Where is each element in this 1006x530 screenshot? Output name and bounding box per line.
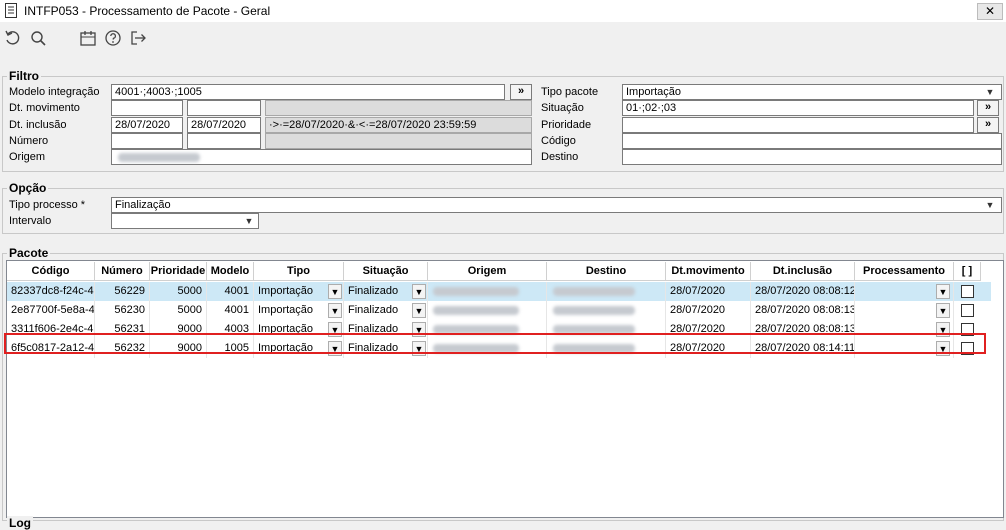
- pacote-legend: Pacote: [7, 246, 51, 260]
- help-icon[interactable]: [103, 28, 123, 48]
- intervalo-select[interactable]: [111, 213, 259, 229]
- column-header[interactable]: [ ]: [954, 262, 981, 281]
- pacote-grid[interactable]: Código Número Prioridade Modelo Tipo Sit…: [6, 260, 1004, 518]
- filtro-legend: Filtro: [7, 69, 41, 83]
- dt-inclusao-from[interactable]: 28/07/2020: [111, 117, 183, 133]
- codigo-input[interactable]: [622, 133, 1002, 149]
- column-header[interactable]: Modelo: [207, 262, 254, 281]
- modelo-input[interactable]: 4001·;4003·;1005: [111, 84, 505, 100]
- numero-expr: [265, 133, 532, 149]
- prioridade-cell: 5000: [150, 282, 207, 301]
- dt-movimento-from[interactable]: [111, 100, 183, 116]
- dt-movimento-to[interactable]: [187, 100, 261, 116]
- tipo-processo-label: Tipo processo *: [9, 199, 86, 211]
- column-header[interactable]: Origem: [428, 262, 547, 281]
- dt-inclusao-label: Dt. inclusão: [9, 119, 67, 131]
- codigo-label: Código: [541, 135, 576, 147]
- row-checkbox[interactable]: [961, 304, 974, 317]
- tipo-processo-select[interactable]: Finalização: [111, 197, 1002, 213]
- numero-to[interactable]: [187, 133, 261, 149]
- situacao-more-button[interactable]: »: [977, 100, 999, 116]
- redacted-text: [553, 306, 635, 315]
- column-header[interactable]: Código: [7, 262, 95, 281]
- prioridade-cell: 5000: [150, 301, 207, 320]
- row-highlight: [4, 333, 986, 354]
- modelo-cell: 4001: [207, 282, 254, 301]
- column-header[interactable]: Número: [95, 262, 150, 281]
- column-header[interactable]: Destino: [547, 262, 666, 281]
- codigo-cell: 82337dc8-f24c-4: [7, 282, 95, 301]
- search-icon[interactable]: [28, 28, 48, 48]
- table-row[interactable]: 2e87700f-5e8a-4 56230 5000 4001 Importaç…: [7, 301, 991, 320]
- chevron-down-icon[interactable]: ▼: [412, 284, 426, 299]
- modelo-more-button[interactable]: »: [510, 84, 532, 100]
- tipo-pacote-label: Tipo pacote: [541, 86, 599, 98]
- column-header[interactable]: Prioridade: [150, 262, 207, 281]
- dt-inclusao-cell: 28/07/2020 08:08:12: [751, 282, 855, 301]
- close-button[interactable]: ✕: [977, 3, 1003, 20]
- numero-from[interactable]: [111, 133, 183, 149]
- situacao-input[interactable]: 01·;02·;03: [622, 100, 974, 116]
- numero-label: Número: [9, 135, 49, 147]
- row-checkbox[interactable]: [961, 285, 974, 298]
- calendar-icon[interactable]: [78, 28, 98, 48]
- dt-inclusao-to[interactable]: 28/07/2020: [187, 117, 261, 133]
- column-header[interactable]: Tipo: [254, 262, 344, 281]
- destino-label: Destino: [541, 151, 579, 163]
- prioridade-label: Prioridade: [541, 119, 592, 131]
- dt-inclusao-expr: ·>·=28/07/2020·&·<·=28/07/2020 23:59:59: [265, 117, 532, 133]
- document-icon: [5, 3, 17, 18]
- modelo-cell: 4001: [207, 301, 254, 320]
- redacted-text: [553, 287, 635, 296]
- column-header[interactable]: Situação: [344, 262, 428, 281]
- intervalo-label: Intervalo: [9, 215, 52, 227]
- log-legend: Log: [7, 516, 33, 530]
- tipo-pacote-select[interactable]: Importação: [622, 84, 1002, 100]
- title-bar: INTFP053 - Processamento de Pacote - Ger…: [0, 0, 1006, 23]
- dt-movimento-cell: 28/07/2020: [666, 282, 751, 301]
- refresh-icon[interactable]: [3, 28, 23, 48]
- numero-cell: 56229: [95, 282, 150, 301]
- codigo-cell: 2e87700f-5e8a-4: [7, 301, 95, 320]
- numero-cell: 56230: [95, 301, 150, 320]
- prioridade-input[interactable]: [622, 117, 974, 133]
- chevron-down-icon[interactable]: ▼: [936, 303, 950, 318]
- chevron-down-icon[interactable]: ▼: [328, 303, 342, 318]
- chevron-down-icon[interactable]: ▼: [412, 303, 426, 318]
- redacted-text: [433, 306, 519, 315]
- dt-movimento-label: Dt. movimento: [9, 102, 80, 114]
- column-header[interactable]: Processamento: [855, 262, 954, 281]
- chevron-down-icon[interactable]: ▼: [984, 85, 996, 99]
- redacted-text: [433, 287, 519, 296]
- exit-icon[interactable]: [128, 28, 148, 48]
- table-row[interactable]: 82337dc8-f24c-4 56229 5000 4001 Importaç…: [7, 282, 991, 301]
- origem-label: Origem: [9, 151, 46, 163]
- chevron-down-icon[interactable]: ▼: [936, 284, 950, 299]
- redacted-text: [118, 153, 200, 162]
- column-header[interactable]: Dt.inclusão: [751, 262, 855, 281]
- opcao-legend: Opção: [7, 181, 49, 195]
- situacao-label: Situação: [541, 102, 584, 114]
- dt-inclusao-cell: 28/07/2020 08:08:13: [751, 301, 855, 320]
- chevron-down-icon[interactable]: ▼: [984, 198, 996, 212]
- chevron-down-icon[interactable]: ▼: [328, 284, 342, 299]
- dt-movimento-cell: 28/07/2020: [666, 301, 751, 320]
- prioridade-more-button[interactable]: »: [977, 117, 999, 133]
- dt-movimento-expr: [265, 100, 532, 116]
- destino-input[interactable]: [622, 149, 1002, 165]
- window-title: INTFP053 - Processamento de Pacote - Ger…: [24, 4, 271, 18]
- column-header[interactable]: Dt.movimento: [666, 262, 751, 281]
- toolbar: [0, 22, 1006, 54]
- modelo-label: Modelo integração: [9, 86, 100, 98]
- chevron-down-icon[interactable]: ▼: [243, 214, 255, 228]
